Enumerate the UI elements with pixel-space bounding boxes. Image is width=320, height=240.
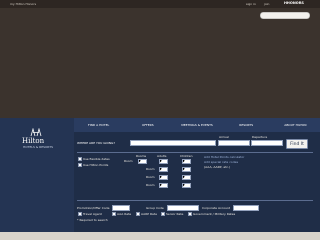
senior-rate-checkbox[interactable] [161,212,165,216]
divider [77,200,313,201]
hilton-wordmark[interactable]: Hilton [22,137,44,145]
site-search-input[interactable] [260,12,310,19]
children-col-label: Children [180,154,193,158]
hhonors-logo: HHONORS [284,1,304,5]
special-rate-link[interactable]: Add special rate codes [204,161,238,164]
promo-code-input[interactable] [112,205,130,211]
room-label: Room [124,159,133,163]
room-3-label: Room [146,175,155,179]
children-select-2[interactable]: 0 [182,167,191,172]
senior-rate-label: Senior Rate [166,211,184,216]
arrival-input[interactable] [218,140,250,146]
children-select-4[interactable]: 0 [182,183,191,188]
hilton-points-label: Use Hilton Points [83,162,109,167]
corporate-account-input[interactable] [233,205,259,211]
hilton-tagline: HOTELS & RESORTS [23,145,54,149]
divider [77,152,313,153]
hilton-h-icon [30,128,42,137]
corporate-account-label: Corporate Account [202,206,231,210]
adults-select-4[interactable]: 1 [159,183,168,188]
destination-input[interactable] [130,140,216,146]
adults-select-2[interactable]: 1 [159,167,168,172]
government-rate-label: Government / Military Rates [193,211,236,216]
children-select-1[interactable]: 0 [182,159,191,164]
hilton-logo-panel: Hilton HOTELS & RESORTS [0,118,74,232]
tab-offers[interactable]: OFFERS [123,118,172,132]
tab-resorts[interactable]: RESORTS [222,118,271,132]
group-code-label: Group Code [146,206,164,210]
room-2-label: Room [146,167,155,171]
find-it-label: Find It [290,141,304,147]
tab-meetings-events[interactable]: MEETINGS & EVENTS [172,118,221,132]
join-link[interactable]: join [264,2,269,6]
required-note: * Required to search [77,218,108,222]
government-rate-checkbox[interactable] [188,212,192,216]
aaa-rate-checkbox[interactable] [112,212,116,216]
tab-find-a-hotel[interactable]: FIND A HOTEL [74,118,123,132]
sign-in-link[interactable]: sign in [246,2,256,6]
tab-about-hilton[interactable]: ABOUT HILTON [271,118,320,132]
find-it-button[interactable]: Find It [286,139,308,149]
arrival-label: Arrival [219,135,229,139]
adults-col-label: Adults [157,154,167,158]
aarp-rate-checkbox[interactable] [136,212,140,216]
travel-agent-checkbox[interactable] [78,212,82,216]
special-rate-note: (AAA, AARP, etc.) [204,165,231,169]
flexible-dates-label: Use flexible dates [83,156,110,161]
aaa-rate-label: AAA Rate [117,211,132,216]
my-honors-link[interactable]: my Hilton Honors [10,2,36,6]
adults-select-1[interactable]: 1 [159,159,168,164]
top-bar: my Hilton Honors sign in join HHONORS [0,0,320,8]
footer [0,232,320,240]
rooms-select[interactable]: 1 [138,159,147,164]
children-select-3[interactable]: 0 [182,175,191,180]
group-code-input[interactable] [167,205,199,211]
hilton-points-checkbox[interactable] [78,163,82,167]
points-calculator-link[interactable]: Add Hotel Points calculator [204,156,244,159]
main-nav: FIND A HOTEL OFFERS MEETINGS & EVENTS RE… [74,118,320,132]
travel-agent-label: Travel Agent [83,211,102,216]
adults-select-3[interactable]: 1 [159,175,168,180]
flexible-dates-checkbox[interactable] [78,157,82,161]
aarp-rate-label: AARP Rate [141,211,157,216]
room-4-label: Room [146,183,155,187]
where-label: WHERE ARE YOU GOING? [77,141,115,145]
rooms-col-label: Rooms [136,154,147,158]
promo-code-label: Promotion/Offer Code [77,206,110,210]
departure-label: Departure [252,135,268,139]
departure-input[interactable] [251,140,283,146]
